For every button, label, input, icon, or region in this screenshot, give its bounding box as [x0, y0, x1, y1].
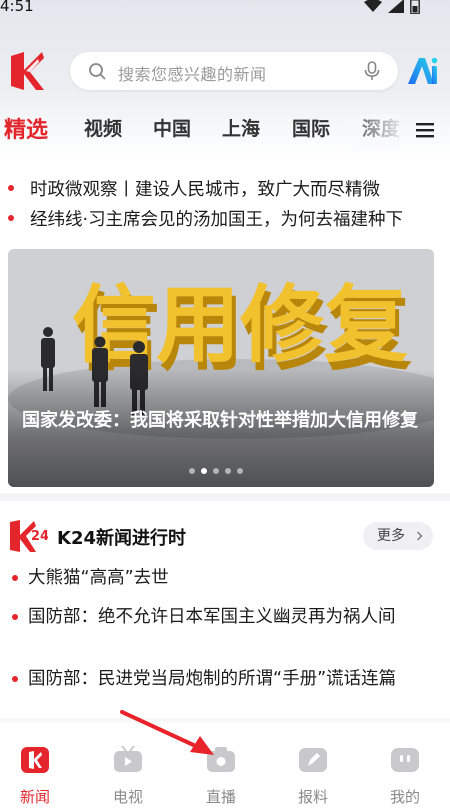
list-item[interactable]: 大熊猫“高高”去世: [12, 566, 432, 590]
search-icon: [89, 63, 106, 80]
tabs-fade: [340, 114, 400, 150]
nav-news[interactable]: 新闻: [0, 746, 70, 807]
tab-international[interactable]: 国际: [292, 114, 330, 141]
channel-menu-icon[interactable]: [416, 122, 434, 138]
search-input[interactable]: 搜索您感兴趣的新闻: [118, 61, 267, 85]
bullet-dot: [12, 575, 18, 581]
bottom-nav-shadow: [0, 718, 450, 726]
app-logo[interactable]: [8, 50, 46, 92]
nav-tipoff[interactable]: 报料: [278, 746, 348, 807]
nav-label: 报料: [297, 788, 328, 806]
news-icon: [21, 747, 49, 773]
bullet-dot: [12, 614, 18, 620]
headline-item[interactable]: 时政微观察丨建设人民城市，致广大而尽精微: [8, 176, 448, 204]
search-bar[interactable]: 搜索您感兴趣的新闻: [70, 52, 398, 90]
carousel-dot[interactable]: [237, 468, 243, 474]
section-divider: [0, 493, 450, 501]
tab-shanghai[interactable]: 上海: [222, 114, 260, 141]
nav-label: 我的: [389, 788, 420, 806]
nav-label: 电视: [112, 788, 143, 806]
list-item-text: 国防部：民进党当局炮制的所谓“手册”谎话连篇: [28, 669, 397, 689]
status-icons: [364, 0, 420, 18]
red-arrow-icon: [120, 710, 214, 755]
list-item[interactable]: 国防部：绝不允许日本军国主义幽灵再为祸人间: [12, 605, 432, 629]
bottom-nav: 新闻 电视 直播 报料 我的: [0, 726, 450, 808]
battery-icon: [410, 0, 420, 18]
headline-text: 经纬线·习主席会见的汤加国王，为何去福建种下: [30, 210, 404, 230]
headline-item[interactable]: 经纬线·习主席会见的汤加国王，为何去福建种下: [8, 206, 433, 234]
profile-icon: [391, 748, 419, 772]
carousel-dot[interactable]: [213, 468, 219, 474]
channel-tabs: 精选 视频 中国 上海 国际 深度: [0, 114, 450, 150]
carousel-dots: [189, 468, 243, 474]
list-item-text: 大熊猫“高高”去世: [28, 568, 169, 588]
chevron-right-icon: [417, 531, 423, 541]
more-button[interactable]: 更多: [363, 522, 433, 550]
bullet-dot: [8, 185, 14, 191]
k24-logo-icon: 24: [8, 518, 49, 554]
signal-icon: [388, 0, 404, 17]
carousel-caption: 国家发改委：我国将采取针对性举措加大信用修复: [22, 410, 418, 431]
nav-label: 直播: [205, 788, 236, 806]
wifi-icon: [364, 0, 382, 17]
status-bar: 4:51: [0, 0, 450, 16]
more-button-label: 更多: [377, 528, 405, 544]
nav-label: 新闻: [19, 788, 50, 806]
k24-logo-text: 24: [31, 529, 48, 544]
section-title: K24新闻进行时: [57, 528, 186, 549]
tab-video[interactable]: 视频: [84, 114, 122, 141]
carousel-dot[interactable]: [201, 468, 207, 474]
carousel-banner[interactable]: 信用修复 信用修复 国家发改委：我国将采取针对性举措加大信用修复: [8, 249, 434, 487]
tip-off-icon: [299, 748, 327, 772]
headline-text: 时政微观察丨建设人民城市，致广大而尽精微: [30, 180, 380, 200]
ai-assistant-icon[interactable]: [406, 56, 440, 86]
bullet-dot: [12, 676, 18, 682]
nav-profile[interactable]: 我的: [370, 746, 440, 807]
carousel-dot[interactable]: [225, 468, 231, 474]
carousel-dot[interactable]: [189, 468, 195, 474]
carousel-image-text-face: 信用修复: [72, 276, 408, 374]
tab-china[interactable]: 中国: [153, 114, 191, 141]
tab-featured[interactable]: 精选: [4, 114, 48, 144]
status-time: 4:51: [0, 0, 34, 15]
list-item[interactable]: 国防部：民进党当局炮制的所谓“手册”谎话连篇: [12, 667, 432, 691]
microphone-icon[interactable]: [364, 61, 380, 81]
list-item-text: 国防部：绝不允许日本军国主义幽灵再为祸人间: [28, 607, 396, 627]
bullet-dot: [8, 215, 14, 221]
